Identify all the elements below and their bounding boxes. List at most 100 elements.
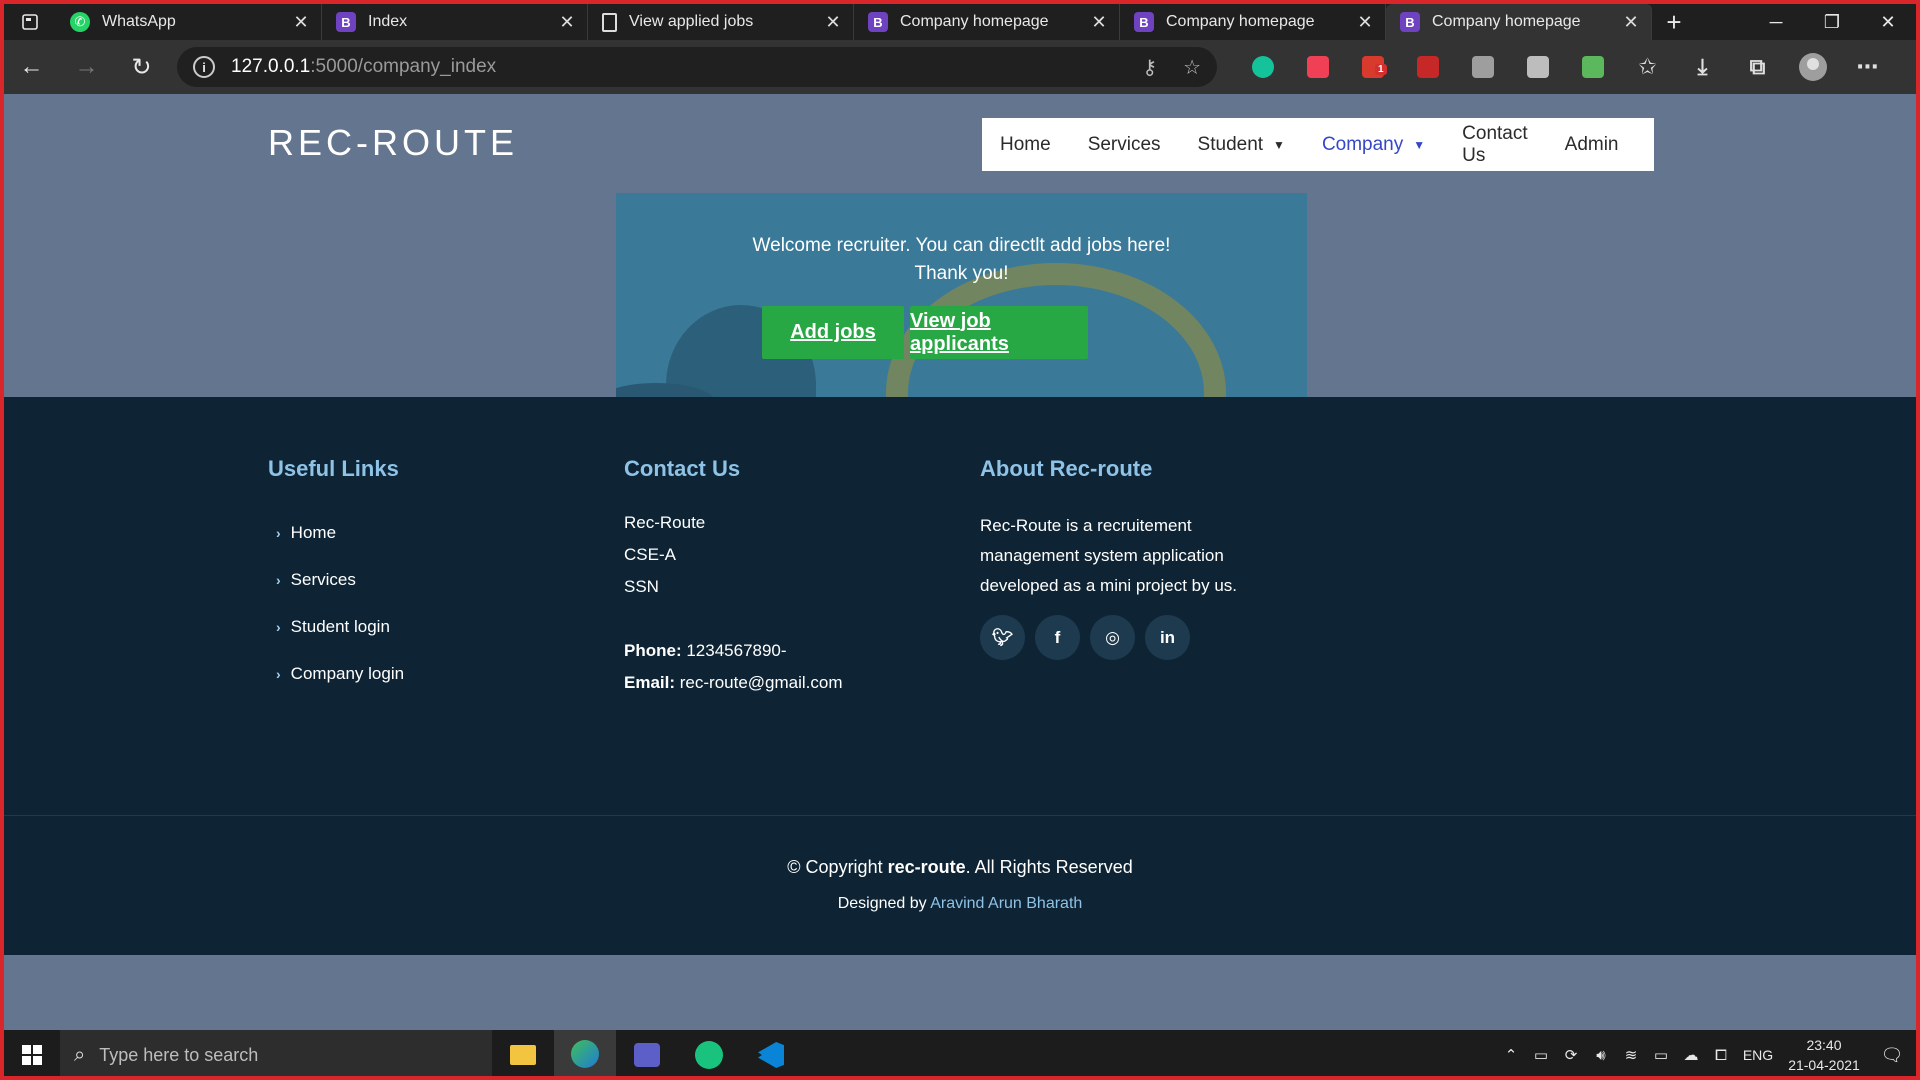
phone-label: Phone: <box>624 641 682 660</box>
close-icon[interactable]: ✕ <box>1621 12 1641 33</box>
instagram-icon[interactable]: ◎ <box>1090 615 1135 660</box>
info-icon[interactable]: i <box>193 56 215 78</box>
start-button[interactable] <box>4 1030 60 1076</box>
close-window-icon[interactable]: ✕ <box>1860 4 1916 40</box>
profile-button[interactable] <box>1785 53 1840 81</box>
system-tray: ⌃ ▭ ⟳ 🔊︎ ≋ ▭ ☁ ⧠ ENG 23:40 21-04-2021 🗨︎ <box>1496 1035 1916 1075</box>
taskbar-search[interactable]: ⌕ Type here to search <box>60 1030 492 1076</box>
footer-link-home[interactable]: › Home <box>276 509 404 556</box>
key-icon[interactable]: ⚷ <box>1142 55 1157 80</box>
nav-company[interactable]: Company ▼ <box>1322 134 1425 156</box>
mail-extension[interactable] <box>1565 56 1620 78</box>
chevron-up-icon[interactable]: ⌃ <box>1496 1046 1526 1064</box>
welcome-line: Welcome recruiter. You can directlt add … <box>752 235 1171 256</box>
extension-badge: 1 <box>1375 64 1387 75</box>
twitter-icon[interactable]: 🐦︎ <box>980 615 1025 660</box>
nav-services[interactable]: Services <box>1088 134 1161 156</box>
tab-company-homepage-2[interactable]: B Company homepage ✕ <box>1120 4 1386 40</box>
onedrive-icon[interactable]: ☁ <box>1676 1046 1706 1064</box>
settings-menu-button[interactable]: ⋯ <box>1840 54 1895 80</box>
edge-app[interactable] <box>554 1030 616 1076</box>
language-indicator[interactable]: ENG <box>1736 1047 1780 1063</box>
tab-whatsapp[interactable]: ✆ WhatsApp ✕ <box>56 4 322 40</box>
pocket-extension[interactable] <box>1290 56 1345 78</box>
hero-actions: Add jobs View job applicants <box>762 306 1088 359</box>
teams-app[interactable] <box>616 1030 678 1076</box>
chatgpt-app[interactable] <box>678 1030 740 1076</box>
chevron-right-icon: › <box>276 665 281 682</box>
footer-link-company-login[interactable]: › Company login <box>276 650 404 697</box>
close-icon[interactable]: ✕ <box>1355 12 1375 33</box>
restore-icon[interactable]: ❐ <box>1804 4 1860 40</box>
social-links: 🐦︎ f ◎ in <box>980 615 1270 660</box>
footer-link-services[interactable]: › Services <box>276 556 404 603</box>
tablet-icon[interactable]: ⧠ <box>1706 1047 1736 1064</box>
nav-contact-us[interactable]: Contact Us <box>1462 123 1527 167</box>
hero-banner: Welcome recruiter. You can directlt add … <box>616 193 1307 397</box>
tab-view-applied-jobs[interactable]: View applied jobs ✕ <box>588 4 854 40</box>
link-label: Company login <box>290 663 405 683</box>
favorites-icon: ✩ <box>1638 54 1657 79</box>
tab-title: View applied jobs <box>629 13 754 30</box>
wifi-icon[interactable]: ≋ <box>1616 1046 1646 1064</box>
nav-admin[interactable]: Admin <box>1565 134 1619 156</box>
facebook-icon[interactable]: f <box>1035 615 1080 660</box>
meet-now-icon[interactable]: ▭ <box>1526 1046 1556 1064</box>
close-icon[interactable]: ✕ <box>823 12 843 33</box>
view-job-applicants-button[interactable]: View job applicants <box>910 306 1088 359</box>
tab-title: Company homepage <box>1432 13 1581 30</box>
contact-line: SSN <box>624 577 659 596</box>
nav-student[interactable]: Student ▼ <box>1198 134 1285 156</box>
sync-icon[interactable]: ⟳ <box>1556 1046 1586 1064</box>
openai-icon <box>695 1041 723 1069</box>
chevron-right-icon: › <box>276 571 281 588</box>
forward-button[interactable]: → <box>59 40 114 94</box>
copy-extension[interactable] <box>1455 56 1510 78</box>
volume-icon[interactable]: 🔊︎ <box>1586 1047 1616 1064</box>
downloads-button[interactable]: ⤓ <box>1675 54 1730 80</box>
phone-value: 1234567890- <box>686 641 787 660</box>
tab-company-homepage-1[interactable]: B Company homepage ✕ <box>854 4 1120 40</box>
close-icon[interactable]: ✕ <box>1089 12 1109 33</box>
chevron-down-icon: ▼ <box>1273 137 1285 152</box>
pen-extension[interactable] <box>1400 56 1455 78</box>
footer-divider <box>4 815 1916 816</box>
designer-link[interactable]: Aravind Arun Bharath <box>930 895 1082 912</box>
email-value[interactable]: rec-route@gmail.com <box>680 673 843 692</box>
tab-index[interactable]: B Index ✕ <box>322 4 588 40</box>
close-icon[interactable]: ✕ <box>557 12 577 33</box>
windows-taskbar: ⌕ Type here to search ⌃ ▭ ⟳ 🔊︎ ≋ ▭ ☁ ⧠ E… <box>4 1030 1916 1076</box>
add-favorite-icon[interactable]: ☆ <box>1183 55 1201 80</box>
file-explorer-app[interactable] <box>492 1030 554 1076</box>
refresh-button[interactable]: ↻ <box>114 40 169 94</box>
vscode-app[interactable] <box>740 1030 802 1076</box>
touch-extension[interactable] <box>1510 56 1565 78</box>
notifications-icon[interactable]: 🗨︎ <box>1868 1045 1916 1066</box>
close-icon[interactable]: ✕ <box>291 12 311 33</box>
collections-button[interactable]: ⧉ <box>1730 54 1785 80</box>
tab-company-homepage-active[interactable]: B Company homepage ✕ <box>1386 4 1652 40</box>
address-bar[interactable]: i 127.0.0.1 :5000/company_index ⚷ ☆ <box>177 47 1217 87</box>
nav-home[interactable]: Home <box>1000 134 1051 156</box>
minimize-icon[interactable]: ─ <box>1748 4 1804 40</box>
back-button[interactable]: ← <box>4 40 59 94</box>
designer-credit: Designed by Aravind Arun Bharath <box>4 895 1916 913</box>
tab-title: Company homepage <box>1166 13 1315 30</box>
bootstrap-icon: B <box>868 12 888 32</box>
battery-icon[interactable]: ▭ <box>1646 1046 1676 1064</box>
favorites-button[interactable]: ✩ <box>1620 54 1675 80</box>
contact-line: CSE-A <box>624 545 676 564</box>
tab-actions-button[interactable] <box>4 4 56 40</box>
arrow-right-icon: → <box>74 53 99 80</box>
footer-link-student-login[interactable]: › Student login <box>276 603 404 650</box>
new-tab-button[interactable]: + <box>1652 4 1696 40</box>
clock-time: 23:40 <box>1806 1037 1842 1053</box>
grammarly-extension[interactable] <box>1235 56 1290 78</box>
extension-with-badge[interactable]: 1 <box>1345 56 1400 78</box>
linkedin-icon[interactable]: in <box>1145 615 1190 660</box>
clock[interactable]: 23:40 21-04-2021 <box>1780 1035 1868 1075</box>
add-jobs-button[interactable]: Add jobs <box>762 306 904 359</box>
site-logo[interactable]: REC-ROUTE <box>268 122 518 164</box>
tab-title: Company homepage <box>900 13 1049 30</box>
link-label: Student login <box>290 616 390 636</box>
